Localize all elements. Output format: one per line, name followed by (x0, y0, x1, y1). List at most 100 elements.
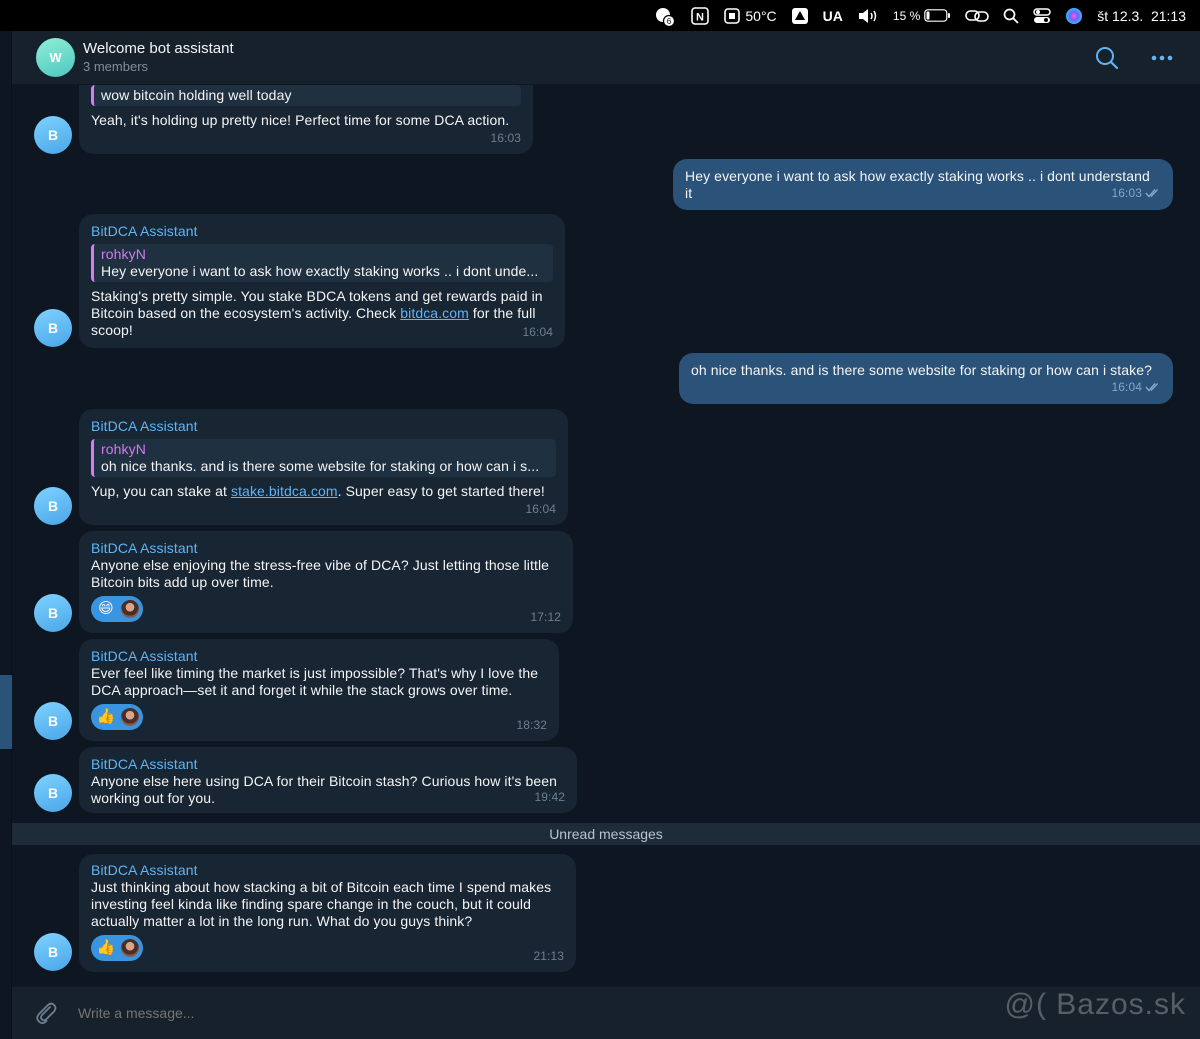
chip-icon (723, 7, 741, 25)
reply-quote-author: rohkyN (101, 246, 146, 262)
message-bubble-outgoing[interactable]: oh nice thanks. and is there some websit… (679, 353, 1173, 404)
message-time: 16:03 (1111, 185, 1161, 203)
svg-text:N: N (696, 11, 704, 23)
battery-icon (924, 9, 951, 22)
message-list[interactable]: wow bitcoin holding well today Yeah, it'… (12, 85, 1200, 986)
reactor-avatar (120, 707, 140, 727)
message-time: 16:04 (1111, 379, 1161, 397)
double-check-icon (1145, 380, 1161, 397)
notion-icon: N (691, 6, 710, 25)
message-time: 19:42 (534, 790, 565, 804)
search-button[interactable] (1094, 45, 1120, 71)
reply-quote[interactable]: rohkyN Hey everyone i want to ask how ex… (91, 244, 553, 282)
thumbs-up-emoji-icon: 👍 (96, 939, 116, 956)
control-center-item[interactable] (1033, 0, 1052, 31)
message-text: Just thinking about how stacking a bit o… (91, 879, 556, 929)
chat-list-sidebar[interactable] (0, 31, 12, 1039)
more-dots-icon (1151, 55, 1173, 61)
message-time: 18:32 (516, 718, 547, 732)
message-bubble-outgoing[interactable]: Hey everyone i want to ask how exactly s… (673, 159, 1173, 210)
sender-name[interactable]: BitDCA Assistant (91, 861, 564, 879)
thumbs-up-emoji-icon: 👍 (96, 708, 116, 725)
menu-bar: 6 N 50°C UA 15 % št 12.3. 21:13 (0, 0, 1200, 31)
message-input[interactable] (78, 1005, 978, 1021)
reply-quote-author: rohkyN (101, 441, 146, 457)
notification-center-item[interactable]: 6 (653, 0, 677, 31)
paperclip-icon (36, 1002, 57, 1025)
cloud-icon: 6 (653, 5, 677, 27)
sender-name[interactable]: BitDCA Assistant (91, 755, 565, 773)
message-bubble[interactable]: BitDCA Assistant Just thinking about how… (79, 854, 576, 972)
keyboard-layout-label: UA (822, 7, 843, 24)
svg-text:6: 6 (667, 17, 672, 26)
avatar[interactable]: B (34, 487, 72, 525)
message-bubble[interactable]: BitDCA Assistant rohkyN Hey everyone i w… (79, 214, 565, 348)
reply-quote-text: oh nice thanks. and is there some websit… (101, 458, 540, 474)
drive-icon (791, 7, 809, 25)
avatar[interactable]: B (34, 594, 72, 632)
screen-mirroring-item[interactable] (965, 0, 990, 31)
link-bitdca[interactable]: bitdca.com (400, 305, 469, 321)
date-time: št 12.3. 21:13 (1097, 7, 1186, 24)
message-bubble[interactable]: wow bitcoin holding well today Yeah, it'… (79, 85, 533, 154)
keyboard-layout-item[interactable]: UA (823, 0, 843, 31)
sender-name[interactable]: BitDCA Assistant (91, 539, 561, 557)
message-text: Staking's pretty simple. You stake BDCA … (91, 288, 547, 338)
battery-item[interactable]: 15 % (893, 0, 951, 31)
avatar[interactable]: B (34, 774, 72, 812)
message-bubble[interactable]: BitDCA Assistant Ever feel like timing t… (79, 639, 559, 741)
siri-icon (1065, 7, 1083, 25)
message-time: 21:13 (533, 949, 564, 963)
message-bubble[interactable]: BitDCA Assistant rohkyN oh nice thanks. … (79, 409, 568, 525)
battery-percent: 15 % (892, 8, 921, 23)
sender-name[interactable]: BitDCA Assistant (91, 647, 547, 665)
sender-name[interactable]: BitDCA Assistant (91, 417, 556, 435)
more-options-button[interactable] (1150, 49, 1174, 67)
sender-name[interactable]: BitDCA Assistant (91, 222, 553, 240)
spotlight-item[interactable] (1003, 0, 1019, 31)
double-check-icon (1145, 186, 1161, 203)
message-bubble[interactable]: BitDCA Assistant Anyone else here using … (79, 747, 577, 813)
member-count: 3 members (83, 59, 149, 74)
notion-item[interactable]: N (691, 0, 710, 31)
message-text: Ever feel like timing the market is just… (91, 665, 543, 698)
reply-quote[interactable]: rohkyN oh nice thanks. and is there some… (91, 439, 556, 477)
avatar[interactable]: B (34, 116, 72, 154)
siri-item[interactable] (1065, 0, 1083, 31)
link-icon (965, 8, 990, 24)
avatar[interactable]: B (34, 309, 72, 347)
message-text: Yup, you can stake at stake.bitdca.com. … (91, 483, 545, 499)
reply-quote[interactable]: wow bitcoin holding well today (91, 85, 521, 106)
chat-header: W Welcome bot assistant 3 members (12, 31, 1200, 85)
message-text: Yeah, it's holding up pretty nice! Perfe… (91, 112, 510, 128)
cpu-temperature-item[interactable]: 50°C (723, 0, 777, 31)
reply-quote-text: wow bitcoin holding well today (101, 87, 292, 103)
temperature-readout: 50°C (745, 7, 777, 24)
message-time: 16:04 (525, 502, 556, 516)
message-bubble[interactable]: BitDCA Assistant Anyone else enjoying th… (79, 531, 573, 633)
message-text: oh nice thanks. and is there some websit… (691, 362, 1152, 378)
speaker-icon (857, 8, 879, 24)
reaction-chip[interactable]: 👍 (91, 935, 143, 961)
attach-button[interactable] (34, 1000, 58, 1026)
chat-header-info[interactable]: Welcome bot assistant 3 members (83, 39, 234, 76)
drive-item[interactable] (791, 0, 809, 31)
search-icon (1003, 8, 1019, 24)
toggles-icon (1033, 7, 1052, 25)
unread-messages-divider: Unread messages (12, 823, 1200, 845)
reaction-chip[interactable]: 😄 (91, 596, 143, 622)
message-time: 16:04 (522, 325, 553, 339)
group-avatar[interactable]: W (36, 38, 75, 77)
reactor-avatar (120, 599, 140, 619)
link-stake-bitdca[interactable]: stake.bitdca.com (231, 483, 338, 499)
volume-item[interactable] (857, 0, 879, 31)
watermark: @( Bazos.sk (1004, 988, 1186, 1021)
message-time: 16:03 (490, 131, 521, 145)
reaction-chip[interactable]: 👍 (91, 704, 143, 730)
avatar[interactable]: B (34, 933, 72, 971)
reactor-avatar (120, 938, 140, 958)
avatar[interactable]: B (34, 702, 72, 740)
clock-item[interactable]: št 12.3. 21:13 (1097, 0, 1186, 31)
message-text: Anyone else here using DCA for their Bit… (91, 773, 561, 806)
reply-quote-text: Hey everyone i want to ask how exactly s… (101, 263, 539, 279)
